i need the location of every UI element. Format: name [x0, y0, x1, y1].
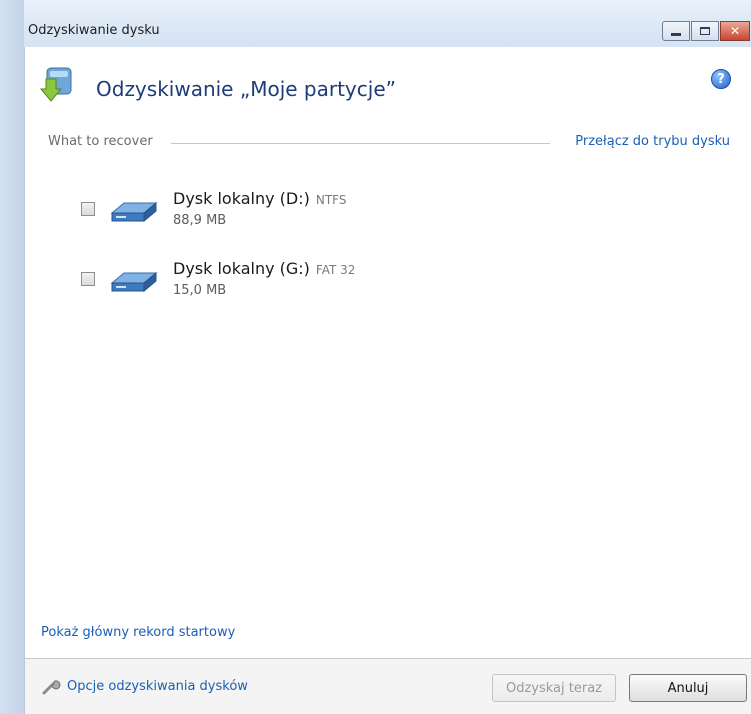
recovery-options-label: Opcje odzyskiwania dysków [67, 678, 248, 694]
recover-now-button[interactable]: Odzyskaj teraz [492, 674, 616, 702]
minimize-button[interactable] [662, 21, 690, 41]
minimize-icon [671, 32, 681, 36]
disk-name-text: Dysk lokalny (D:) [173, 189, 310, 208]
recovery-window: Odzyskiwanie dysku ✕ Odzyskiwanie „Moje … [0, 0, 751, 714]
switch-to-disk-mode-link[interactable]: Przełącz do trybu dysku [569, 134, 730, 149]
wrench-icon [42, 680, 61, 695]
disk-checkbox[interactable] [81, 272, 95, 286]
maximize-icon [700, 27, 710, 35]
disk-size: 88,9 MB [173, 213, 227, 228]
section-label: What to recover [48, 134, 159, 149]
close-button[interactable]: ✕ [720, 21, 750, 41]
section-header: What to recover Przełącz do trybu dysku [48, 134, 730, 152]
disk-name: Dysk lokalny (G:) FAT 32 [173, 259, 355, 278]
disk-name-text: Dysk lokalny (G:) [173, 259, 310, 278]
page-title: Odzyskiwanie „Moje partycje” [96, 77, 396, 101]
close-icon: ✕ [729, 24, 741, 38]
disk-item-d[interactable]: Dysk lokalny (D:) NTFS 88,9 MB [77, 187, 497, 245]
show-mbr-link[interactable]: Pokaż główny rekord startowy [41, 625, 235, 640]
window-controls: ✕ [662, 21, 751, 41]
help-icon[interactable]: ? [711, 69, 731, 89]
disk-item-g[interactable]: Dysk lokalny (G:) FAT 32 15,0 MB [77, 257, 497, 315]
cancel-button[interactable]: Anuluj [629, 674, 747, 702]
section-divider [171, 143, 550, 144]
disk-filesystem: NTFS [315, 193, 347, 207]
disk-checkbox[interactable] [81, 202, 95, 216]
hard-drive-icon [110, 271, 158, 293]
maximize-button[interactable] [691, 21, 719, 41]
disk-size: 15,0 MB [173, 283, 227, 298]
disk-recovery-icon [39, 67, 72, 102]
window-left-frame [0, 0, 24, 714]
window-title: Odzyskiwanie dysku [28, 23, 160, 38]
dialog-content: Odzyskiwanie „Moje partycje” ? What to r… [24, 47, 751, 714]
recovery-options-link[interactable]: Opcje odzyskiwania dysków [41, 676, 248, 696]
title-bar[interactable]: Odzyskiwanie dysku ✕ [0, 0, 751, 47]
hard-drive-icon [110, 201, 158, 223]
disk-name: Dysk lokalny (D:) NTFS [173, 189, 346, 208]
disk-filesystem: FAT 32 [315, 263, 356, 277]
dialog-footer: Opcje odzyskiwania dysków Odzyskaj teraz… [25, 659, 751, 714]
